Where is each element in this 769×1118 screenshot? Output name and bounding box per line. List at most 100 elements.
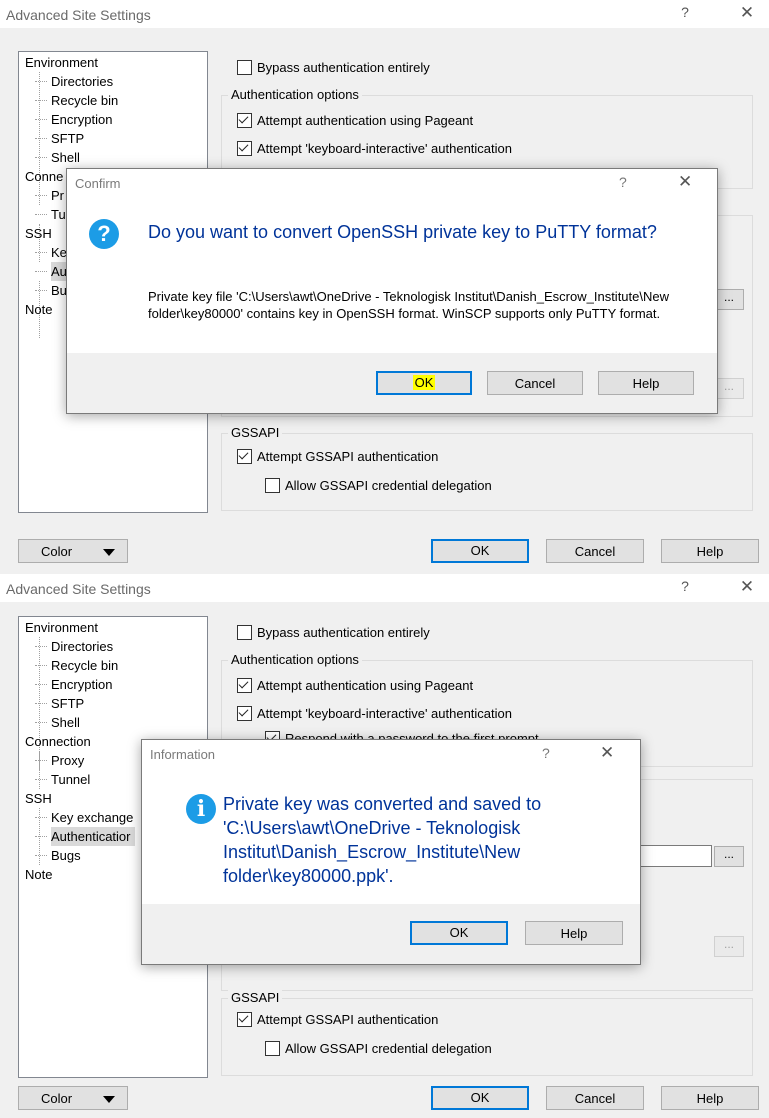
confirm-dialog: Confirm ? ✕ ? Do you want to convert Ope…	[66, 168, 718, 414]
gssapi-delegation-label: Allow GSSAPI credential delegation	[285, 1041, 492, 1056]
tree-item-key-exchange[interactable]: Key exchange	[34, 808, 133, 827]
close-icon[interactable]: ✕	[735, 3, 759, 23]
info-icon: i	[186, 794, 216, 824]
help-button[interactable]: Help	[661, 1086, 759, 1110]
dialog-title: Information	[150, 747, 216, 762]
tree-item-connection[interactable]: Connection	[25, 732, 91, 751]
dialog-ok-button[interactable]: OK	[410, 921, 508, 945]
color-button-label: Color	[41, 1091, 73, 1106]
gssapi-title: GSSAPI	[228, 990, 283, 1005]
ok-button[interactable]: OK	[431, 1086, 529, 1110]
pageant-label: Attempt authentication using Pageant	[257, 678, 474, 693]
tree-item-directories[interactable]: Directories	[34, 637, 113, 656]
gssapi-checkbox[interactable]	[237, 449, 252, 464]
close-icon[interactable]: ✕	[735, 577, 759, 597]
advanced-site-settings-window-information: Advanced Site Settings ? ✕ Environment D…	[0, 574, 769, 1118]
dialog-main-instruction: Private key was converted and saved to '…	[223, 794, 542, 886]
color-button[interactable]: Color	[18, 1086, 128, 1110]
private-key-browse-button[interactable]: ...	[714, 289, 744, 310]
dropdown-caret-icon	[103, 1096, 115, 1103]
dropdown-caret-icon	[103, 549, 115, 556]
cancel-button[interactable]: Cancel	[546, 1086, 644, 1110]
bypass-auth-label: Bypass authentication entirely	[257, 60, 430, 75]
tree-item-shell[interactable]: Shell	[35, 148, 80, 167]
window-title: Advanced Site Settings	[6, 7, 151, 23]
ok-button[interactable]: OK	[431, 539, 529, 563]
pageant-checkbox[interactable]	[237, 113, 252, 128]
gssapi-group: GSSAPI	[221, 990, 753, 1076]
gssapi-delegation-label: Allow GSSAPI credential delegation	[285, 478, 492, 493]
dialog-content-text: Private key file 'C:\Users\awt\OneDrive …	[148, 289, 669, 321]
keyboard-interactive-label: Attempt 'keyboard-interactive' authentic…	[257, 706, 512, 721]
dialog-ok-label: OK	[412, 375, 436, 390]
tree-item-encryption[interactable]: Encryption	[34, 110, 112, 129]
certificate-browse-button[interactable]: ...	[714, 936, 744, 957]
question-icon: ?	[89, 219, 119, 249]
window-title: Advanced Site Settings	[6, 581, 151, 597]
tree-item-note[interactable]: Note	[25, 300, 52, 319]
title-bar: Advanced Site Settings ? ✕	[0, 0, 769, 28]
dialog-close-icon[interactable]: ✕	[678, 172, 692, 192]
dialog-help-button[interactable]: Help	[525, 921, 623, 945]
gssapi-delegation-checkbox[interactable]	[265, 478, 280, 493]
tree-item-ssh[interactable]: SSH	[25, 224, 52, 243]
tree-item-connection[interactable]: Conne	[25, 167, 63, 186]
tree-item-shell[interactable]: Shell	[35, 713, 80, 732]
tree-item-proxy[interactable]: Proxy	[34, 751, 84, 770]
cancel-button[interactable]: Cancel	[546, 539, 644, 563]
tree-item-note[interactable]: Note	[25, 865, 52, 884]
advanced-site-settings-window-confirm: Advanced Site Settings ? ✕ Environment D…	[0, 0, 769, 574]
tree-item-tunnel[interactable]: Tu	[35, 205, 66, 224]
tree-item-recycle-bin[interactable]: Recycle bin	[34, 91, 118, 110]
tree-item-key-exchange[interactable]: Ke	[35, 243, 67, 262]
bypass-auth-label: Bypass authentication entirely	[257, 625, 430, 640]
tree-item-environment[interactable]: Environment	[25, 618, 98, 637]
color-button-label: Color	[41, 544, 73, 559]
help-icon[interactable]: ?	[675, 4, 695, 20]
tree-item-environment[interactable]: Environment	[25, 53, 98, 72]
tree-item-ssh[interactable]: SSH	[25, 789, 52, 808]
tree-item-authentication[interactable]: Authenticatior	[35, 827, 135, 846]
tree-item-sftp[interactable]: SFTP	[34, 129, 84, 148]
dialog-cancel-button[interactable]: Cancel	[487, 371, 583, 395]
bypass-auth-checkbox[interactable]	[237, 625, 252, 640]
tree-item-encryption[interactable]: Encryption	[34, 675, 112, 694]
pageant-checkbox[interactable]	[237, 678, 252, 693]
bypass-auth-checkbox[interactable]	[237, 60, 252, 75]
tree-item-bugs[interactable]: Bu	[35, 281, 67, 300]
help-button[interactable]: Help	[661, 539, 759, 563]
tree-item-directories[interactable]: Directories	[34, 72, 113, 91]
dialog-close-icon[interactable]: ✕	[600, 743, 614, 763]
dialog-title: Confirm	[75, 176, 121, 191]
dialog-help-button[interactable]: Help	[598, 371, 694, 395]
gssapi-title: GSSAPI	[228, 425, 283, 440]
color-button[interactable]: Color	[18, 539, 128, 563]
title-bar: Advanced Site Settings ? ✕	[0, 574, 769, 602]
keyboard-interactive-checkbox[interactable]	[237, 706, 252, 721]
dialog-help-icon[interactable]: ?	[542, 745, 550, 761]
keyboard-interactive-label: Attempt 'keyboard-interactive' authentic…	[257, 141, 512, 156]
tree-item-tunnel[interactable]: Tunnel	[34, 770, 90, 789]
gssapi-label: Attempt GSSAPI authentication	[257, 449, 439, 464]
gssapi-checkbox[interactable]	[237, 1012, 252, 1027]
keyboard-interactive-checkbox[interactable]	[237, 141, 252, 156]
dialog-button-bar: OK Help	[142, 904, 640, 964]
dialog-main-instruction: Do you want to convert OpenSSH private k…	[148, 222, 657, 242]
certificate-browse-button[interactable]: ...	[714, 378, 744, 399]
gssapi-label: Attempt GSSAPI authentication	[257, 1012, 439, 1027]
dialog-button-bar: OK Cancel Help	[67, 353, 717, 413]
dialog-help-icon[interactable]: ?	[619, 174, 627, 190]
auth-options-title: Authentication options	[228, 652, 362, 667]
help-icon[interactable]: ?	[675, 578, 695, 594]
private-key-browse-button[interactable]: ...	[714, 846, 744, 867]
gssapi-delegation-checkbox[interactable]	[265, 1041, 280, 1056]
information-dialog: Information ? ✕ i Private key was conver…	[141, 739, 641, 965]
tree-item-bugs[interactable]: Bugs	[35, 846, 81, 865]
dialog-ok-button[interactable]: OK	[376, 371, 472, 395]
tree-item-proxy[interactable]: Pr	[35, 186, 64, 205]
tree-item-recycle-bin[interactable]: Recycle bin	[34, 656, 118, 675]
tree-item-sftp[interactable]: SFTP	[34, 694, 84, 713]
gssapi-group: GSSAPI	[221, 425, 753, 511]
auth-options-title: Authentication options	[228, 87, 362, 102]
pageant-label: Attempt authentication using Pageant	[257, 113, 474, 128]
